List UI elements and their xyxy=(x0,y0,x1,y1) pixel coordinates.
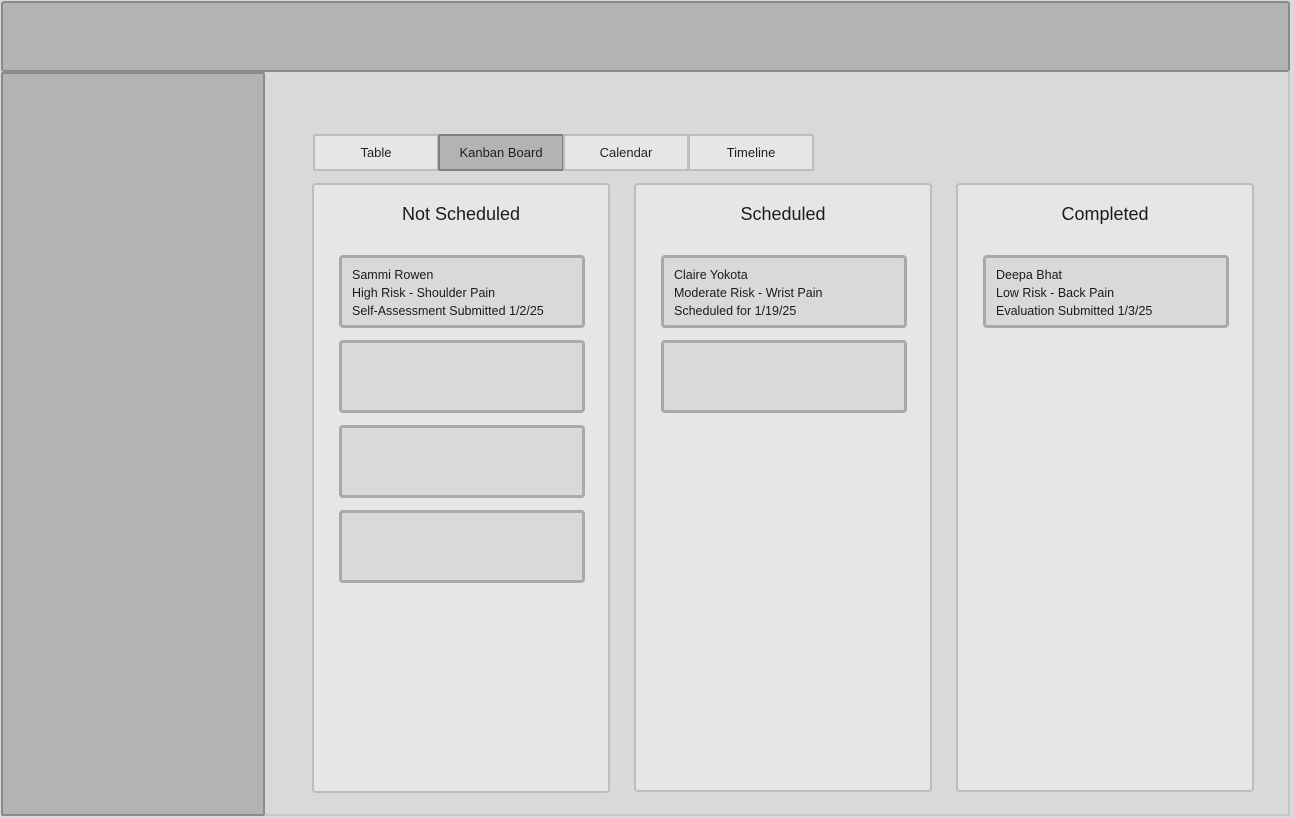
card-status: Evaluation Submitted 1/3/25 xyxy=(996,304,1153,318)
kanban-column-not-scheduled: Not Scheduled Sammi Rowen High Risk - Sh… xyxy=(312,183,610,793)
card-patient-name: Claire Yokota xyxy=(674,268,748,282)
card-status: Self-Assessment Submitted 1/2/25 xyxy=(352,304,544,318)
tab-table[interactable]: Table xyxy=(313,134,439,171)
kanban-column-scheduled: Scheduled Claire Yokota Moderate Risk - … xyxy=(634,183,932,792)
kanban-column-completed: Completed Deepa Bhat Low Risk - Back Pai… xyxy=(956,183,1254,792)
app-window: Table Kanban Board Calendar Timeline Not… xyxy=(0,0,1294,818)
card-risk: Low Risk - Back Pain xyxy=(996,286,1115,300)
top-bar xyxy=(1,1,1290,72)
card-patient-name: Deepa Bhat xyxy=(996,268,1063,282)
column-title: Not Scheduled xyxy=(401,204,521,224)
card-risk: High Risk - Shoulder Pain xyxy=(352,286,496,300)
tab-kanban-board[interactable]: Kanban Board xyxy=(438,134,564,171)
view-tabs: Table Kanban Board Calendar Timeline xyxy=(313,134,814,171)
kanban-card[interactable]: Sammi Rowen High Risk - Shoulder Pain Se… xyxy=(339,255,585,328)
kanban-card-empty[interactable] xyxy=(339,425,585,498)
main-content: Table Kanban Board Calendar Timeline Not… xyxy=(265,72,1290,816)
sidebar xyxy=(1,72,265,816)
kanban-card[interactable]: Deepa Bhat Low Risk - Back Pain Evaluati… xyxy=(983,255,1229,328)
kanban-card-empty[interactable] xyxy=(661,340,907,413)
kanban-card-empty[interactable] xyxy=(339,340,585,413)
tab-timeline[interactable]: Timeline xyxy=(688,134,814,171)
kanban-card[interactable]: Claire Yokota Moderate Risk - Wrist Pain… xyxy=(661,255,907,328)
card-patient-name: Sammi Rowen xyxy=(352,268,434,282)
card-status: Scheduled for 1/19/25 xyxy=(674,304,797,318)
tab-calendar[interactable]: Calendar xyxy=(563,134,689,171)
column-title: Completed xyxy=(1061,204,1149,224)
card-risk: Moderate Risk - Wrist Pain xyxy=(674,286,823,300)
kanban-card-empty[interactable] xyxy=(339,510,585,583)
column-title: Scheduled xyxy=(740,204,826,224)
